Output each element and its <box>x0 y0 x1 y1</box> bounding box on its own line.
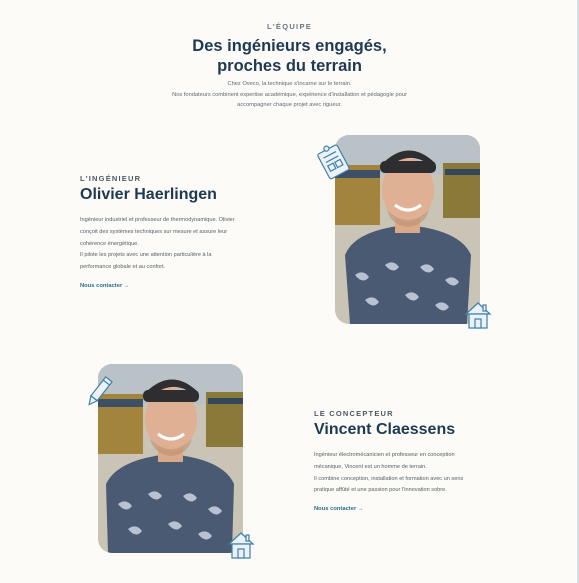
blueprint-icon <box>317 144 350 180</box>
intro-line-3: accompagner chaque projet avec rigueur. <box>237 102 342 108</box>
engineer-bio-line-2: conçoit des systèmes techniques sur mesu… <box>80 228 228 235</box>
section-title: Des ingénieurs engagés, proches du terra… <box>0 36 579 76</box>
house-icon <box>227 532 255 559</box>
designer-bio-line-4: pratique affûté et une passion pour l'in… <box>314 487 447 494</box>
house-icon <box>464 302 492 329</box>
engineer-bio-line-4: Il pilote les projets avec une attention… <box>80 252 212 259</box>
engineer-photo <box>335 135 480 324</box>
engineer-name: Olivier Haerlingen <box>80 186 217 203</box>
designer-bio-line-1: Ingénieur électromécanicien et professeu… <box>314 452 455 458</box>
designer-bio-line-3: Il combine conception, installation et f… <box>314 475 464 482</box>
engineer-profile: L'INGÉNIEUR Olivier Haerlingen Ingénieur… <box>80 174 280 292</box>
engineer-bio: Ingénieur industriel et professeur de th… <box>80 215 280 274</box>
section-intro: Chez Oveco, la technique s'incarne sur l… <box>0 79 579 111</box>
engineer-portrait-image <box>335 135 480 324</box>
section-title-line-2: proches du terrain <box>217 57 362 75</box>
engineer-bio-line-1: Ingénieur industriel et professeur de th… <box>80 217 235 223</box>
designer-bio: Ingénieur électromécanicien et professeu… <box>314 450 534 497</box>
designer-eyebrow: LE CONCEPTEUR <box>314 409 394 418</box>
section-eyebrow: L'ÉQUIPE <box>266 22 313 31</box>
section-title-line-1: Des ingénieurs engagés, <box>192 37 387 55</box>
designer-portrait-image <box>98 364 243 553</box>
designer-profile: LE CONCEPTEUR Vincent Claessens Ingénieu… <box>314 409 534 515</box>
engineer-bio-line-3: cohérence énergétique. <box>80 240 139 247</box>
engineer-bio-line-5: performance globale et au confort. <box>80 264 166 271</box>
engineer-eyebrow: L'INGÉNIEUR <box>80 174 142 183</box>
designer-name: Vincent Claessens <box>314 421 456 438</box>
intro-line-1: Chez Oveco, la technique s'incarne sur l… <box>227 81 352 87</box>
designer-photo <box>98 364 243 553</box>
engineer-contact-link[interactable]: Nous contacter → <box>80 283 130 289</box>
designer-bio-line-2: mécanique, Vincent est un homme de terra… <box>314 463 427 470</box>
pencil-icon <box>88 376 113 406</box>
designer-contact-link[interactable]: Nous contacter → <box>314 506 364 512</box>
intro-line-2: Nos fondateurs combinent expertise acadé… <box>172 91 407 98</box>
